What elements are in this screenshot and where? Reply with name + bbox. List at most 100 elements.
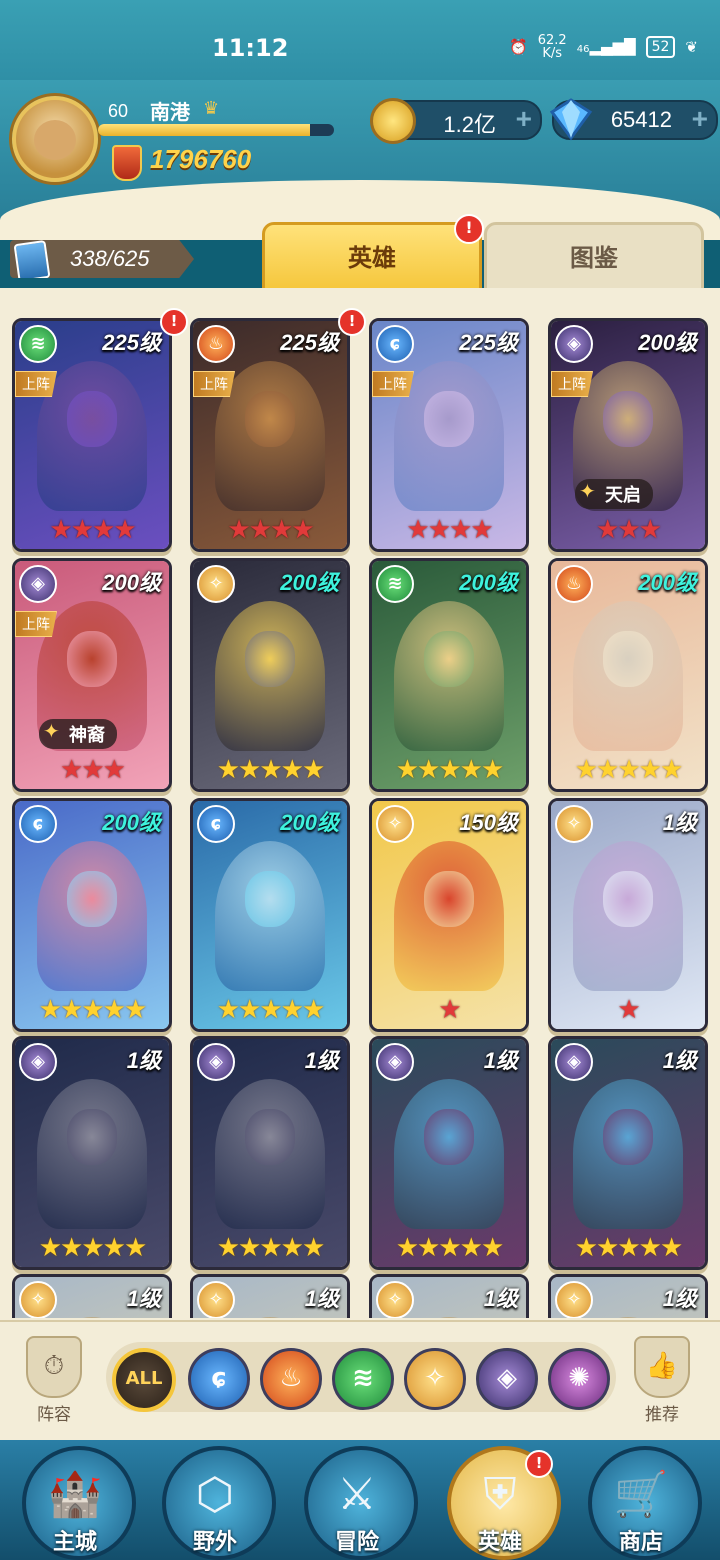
- hero-card[interactable]: ≋ 200级 ★★★★★: [369, 558, 529, 792]
- hero-level: 1级: [662, 810, 697, 835]
- hero-card[interactable]: ◈ 1级 ★★★★★: [369, 1036, 529, 1270]
- hero-title-text: 神裔: [69, 725, 105, 746]
- star-icon: ★: [438, 995, 461, 1025]
- star-icon: ★: [238, 995, 261, 1025]
- hero-card[interactable]: ɕ 200级 ★★★★★: [190, 798, 350, 1032]
- hero-stars: ★: [551, 995, 705, 1025]
- hero-title-badge: ✦ 神裔: [39, 719, 117, 749]
- hero-card[interactable]: ✧ 150级 ★: [369, 798, 529, 1032]
- hero-level: 200级: [102, 570, 161, 595]
- star-icon: ★: [459, 1233, 483, 1263]
- wind-faction-icon: ≋: [376, 565, 414, 603]
- star-icon: ★: [395, 1233, 419, 1263]
- hero-card[interactable]: ✧ 1级: [369, 1274, 529, 1318]
- status-bar: 11:12 ⏰ 62.2 K/s 46▂▄▆█ 52 ❦: [0, 0, 720, 80]
- player-level: 60: [107, 101, 129, 121]
- title-emblem-icon: ✦: [43, 719, 60, 743]
- star-icon: ★: [638, 755, 662, 785]
- hero-level: 200级: [280, 810, 339, 835]
- hero-face: [67, 631, 117, 687]
- star-icon: ★: [259, 995, 282, 1025]
- filter-wind-button[interactable]: ≋: [332, 1348, 394, 1410]
- filter-water-button[interactable]: ɕ: [188, 1348, 250, 1410]
- nav-heroes[interactable]: ⛨ 英雄!: [447, 1446, 561, 1560]
- hero-card[interactable]: ✧ 1级 ★: [548, 798, 708, 1032]
- player-avatar[interactable]: [12, 96, 98, 182]
- hero-level: 225级: [280, 330, 339, 355]
- filter-all-button[interactable]: ALL: [112, 1348, 176, 1412]
- hero-alert-badge: !: [338, 308, 366, 336]
- nav-shop[interactable]: 🛒 商店: [588, 1446, 702, 1560]
- hero-figure: [37, 1317, 147, 1318]
- hero-card[interactable]: ◈ 200级 上阵 ✦ 天启 ★★★: [548, 318, 708, 552]
- hero-card[interactable]: ✧ 1级: [12, 1274, 172, 1318]
- star-icon: ★: [438, 755, 461, 785]
- nav-wilds[interactable]: ⬡ 野外: [162, 1446, 276, 1560]
- tab-heroes[interactable]: 英雄: [262, 222, 482, 294]
- hero-card[interactable]: ✧ 1级: [548, 1274, 708, 1318]
- nav-label: 商店: [618, 1530, 663, 1555]
- dark-faction-icon: ◈: [19, 1043, 57, 1081]
- star-icon: ★: [480, 1233, 504, 1263]
- hero-card[interactable]: ♨ 200级 ★★★★★: [548, 558, 708, 792]
- title-emblem-icon: ✦: [579, 479, 596, 503]
- star-icon: ★: [81, 755, 104, 785]
- star-icon: ★: [113, 515, 136, 545]
- hero-stars: ★★★★: [372, 515, 526, 545]
- add-gold-button[interactable]: +: [516, 103, 532, 135]
- hero-face: [603, 391, 653, 447]
- star-icon: ★: [280, 1233, 304, 1263]
- tab-gallery[interactable]: 图鉴: [484, 222, 704, 294]
- hero-level: 1级: [126, 1048, 161, 1073]
- hero-grid: ≋ 225级 上阵 ★★★★ ♨ 225级 上阵 ★★★★ ɕ 225级 上阵 ★★★★ ◈ 200级 上阵…: [0, 318, 720, 1318]
- light-faction-icon: ✧: [19, 1281, 57, 1318]
- star-icon: ★: [596, 1233, 619, 1263]
- hero-level: 200级: [102, 810, 161, 835]
- star-icon: ★: [617, 1233, 640, 1263]
- add-gems-button[interactable]: +: [692, 103, 708, 135]
- dark-faction-icon: ◈: [555, 1043, 593, 1081]
- star-icon: ★: [638, 515, 662, 545]
- hero-card[interactable]: ◈ 200级 上阵 ✦ 神裔 ★★★: [12, 558, 172, 792]
- filter-dark-button[interactable]: ◈: [476, 1348, 538, 1410]
- star-icon: ★: [270, 515, 293, 545]
- hero-card[interactable]: ✧ 1级: [190, 1274, 350, 1318]
- dark-faction-icon: ◈: [197, 1043, 235, 1081]
- fire-faction-icon: ♨: [555, 565, 593, 603]
- hero-card[interactable]: ✧ 200级 ★★★★★: [190, 558, 350, 792]
- hero-card[interactable]: ◈ 1级 ★★★★★: [548, 1036, 708, 1270]
- filter-chaos-button[interactable]: ✺: [548, 1348, 610, 1410]
- star-icon: ★: [574, 1233, 598, 1263]
- star-icon: ★: [427, 515, 451, 545]
- hero-card[interactable]: ◈ 1级 ★★★★★: [190, 1036, 350, 1270]
- hero-card[interactable]: ɕ 225级 上阵 ★★★★: [369, 318, 529, 552]
- hero-card[interactable]: ◈ 1级 ★★★★★: [12, 1036, 172, 1270]
- hero-level: 200级: [459, 570, 518, 595]
- hero-stars: ★★★★★: [193, 995, 347, 1025]
- star-icon: ★: [301, 755, 325, 785]
- hero-card[interactable]: ɕ 200级 ★★★★★: [12, 798, 172, 1032]
- nav-main-city[interactable]: 🏰 主城: [22, 1446, 136, 1560]
- hero-title-badge: ✦ 天启: [575, 479, 653, 509]
- thumbs-up-icon: 👍: [634, 1336, 690, 1398]
- filter-light-button[interactable]: ✧: [404, 1348, 466, 1410]
- hero-face: [603, 1109, 653, 1165]
- hero-stars: ★★★★★: [372, 1233, 526, 1263]
- filter-fire-button[interactable]: ♨: [260, 1348, 322, 1410]
- water-faction-icon: ɕ: [19, 805, 57, 843]
- hero-face: [245, 1109, 295, 1165]
- hero-stars: ★★★: [15, 755, 169, 785]
- recommend-button[interactable]: 👍 推荐: [630, 1336, 694, 1425]
- hero-stars: ★★★★: [15, 515, 169, 545]
- star-icon: ★: [60, 995, 83, 1025]
- star-icon: ★: [280, 755, 304, 785]
- lineup-button[interactable]: ⏱ 阵容: [22, 1336, 86, 1425]
- nav-adventure[interactable]: ⚔ 冒险: [304, 1446, 418, 1560]
- star-icon: ★: [638, 1233, 662, 1263]
- hero-card[interactable]: ≋ 225级 上阵 ★★★★: [12, 318, 172, 552]
- star-icon: ★: [216, 755, 240, 785]
- hero-face: [67, 1109, 117, 1165]
- hero-level: 1级: [662, 1286, 697, 1311]
- power-shield-icon: [112, 145, 142, 181]
- hero-card[interactable]: ♨ 225级 上阵 ★★★★: [190, 318, 350, 552]
